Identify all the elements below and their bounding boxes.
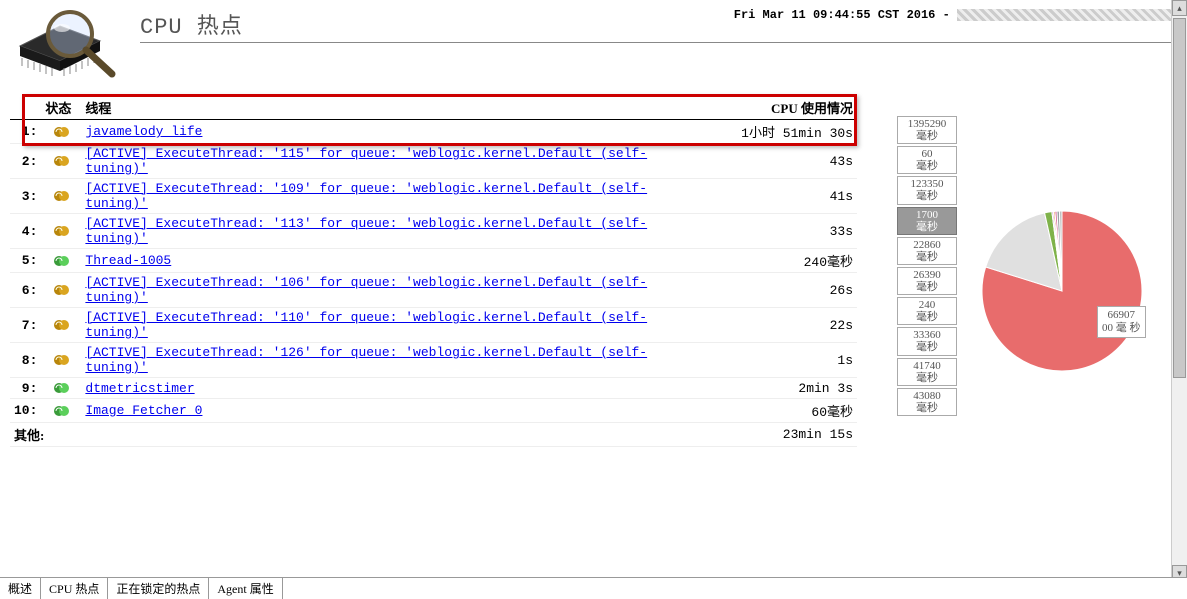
thread-link[interactable]: Image Fetcher 0	[85, 403, 202, 418]
col-thread[interactable]: 线程	[81, 96, 707, 120]
table-row[interactable]: 7: [ACTIVE] ExecuteThread: '110' for queu…	[10, 308, 857, 343]
cpu-magnifier-icon	[10, 6, 120, 86]
legend-item[interactable]: 123350毫秒	[897, 176, 957, 204]
thread-status-icon	[41, 214, 81, 249]
table-row[interactable]: 4: [ACTIVE] ExecuteThread: '113' for queu…	[10, 214, 857, 249]
thread-link[interactable]: [ACTIVE] ExecuteThread: '109' for queue:…	[85, 181, 647, 211]
thread-link[interactable]: [ACTIVE] ExecuteThread: '115' for queue:…	[85, 146, 647, 176]
thread-status-icon	[41, 308, 81, 343]
tab-Agent 属性[interactable]: Agent 属性	[209, 578, 282, 599]
legend-item[interactable]: 60毫秒	[897, 146, 957, 174]
vertical-scrollbar[interactable]: ▴ ▾	[1171, 0, 1187, 581]
thread-name-cell: [ACTIVE] ExecuteThread: '113' for queue:…	[81, 214, 707, 249]
thread-link[interactable]: dtmetricstimer	[85, 381, 194, 396]
row-index: 8:	[10, 343, 41, 378]
pie-chart[interactable]	[977, 206, 1147, 380]
title-underline	[140, 42, 1177, 43]
cpu-usage: 1s	[707, 343, 857, 378]
thread-link[interactable]: [ACTIVE] ExecuteThread: '126' for queue:…	[85, 345, 647, 375]
table-row[interactable]: 1: javamelody life 1小时 51min 30s	[10, 120, 857, 144]
pie-chart-area: 1395290毫秒60毫秒123350毫秒 1700毫秒22860毫秒26390毫…	[897, 96, 1177, 447]
row-index: 5:	[10, 249, 41, 273]
thread-name-cell: dtmetricstimer	[81, 378, 707, 399]
table-row[interactable]: 9: dtmetricstimer 2min 3s	[10, 378, 857, 399]
thread-status-icon	[41, 144, 81, 179]
thread-name-cell: [ACTIVE] ExecuteThread: '109' for queue:…	[81, 179, 707, 214]
thread-name-cell: [ACTIVE] ExecuteThread: '106' for queue:…	[81, 273, 707, 308]
tab-概述[interactable]: 概述	[0, 578, 41, 599]
col-status[interactable]: 状态	[41, 96, 81, 120]
cpu-usage: 2min 3s	[707, 378, 857, 399]
others-row: 其他: 23min 15s	[10, 423, 857, 447]
thread-table: 状态 线程 CPU 使用情况 1: javamelody life 1小时 51mi…	[10, 96, 857, 447]
redacted-host	[957, 9, 1177, 21]
thread-link[interactable]: [ACTIVE] ExecuteThread: '106' for queue:…	[85, 275, 647, 305]
timestamp-text: Fri Mar 11 09:44:55 CST 2016 -	[734, 8, 957, 22]
others-label: 其他:	[10, 423, 81, 447]
thread-name-cell: [ACTIVE] ExecuteThread: '115' for queue:…	[81, 144, 707, 179]
legend-item[interactable]: 43080毫秒	[897, 388, 957, 416]
thread-status-icon	[41, 378, 81, 399]
header: CPU 热点 Fri Mar 11 09:44:55 CST 2016 -	[0, 0, 1187, 86]
col-cpu[interactable]: CPU 使用情况	[707, 96, 857, 120]
table-row[interactable]: 3: [ACTIVE] ExecuteThread: '109' for queu…	[10, 179, 857, 214]
scroll-thumb[interactable]	[1173, 18, 1186, 378]
table-row[interactable]: 2: [ACTIVE] ExecuteThread: '115' for queu…	[10, 144, 857, 179]
table-row[interactable]: 5: Thread-1005 240毫秒	[10, 249, 857, 273]
tab-正在锁定的热点[interactable]: 正在锁定的热点	[108, 578, 209, 599]
row-index: 10:	[10, 399, 41, 423]
row-index: 9:	[10, 378, 41, 399]
row-index: 2:	[10, 144, 41, 179]
legend-item[interactable]: 1700毫秒	[897, 207, 957, 235]
legend-item[interactable]: 240毫秒	[897, 297, 957, 325]
pie-callout: 6690700 毫 秒	[1097, 306, 1146, 338]
thread-name-cell: [ACTIVE] ExecuteThread: '126' for queue:…	[81, 343, 707, 378]
cpu-usage: 43s	[707, 144, 857, 179]
timestamp: Fri Mar 11 09:44:55 CST 2016 -	[734, 8, 1177, 22]
cpu-usage: 240毫秒	[707, 249, 857, 273]
pie-legend: 1395290毫秒60毫秒123350毫秒 1700毫秒22860毫秒26390毫…	[897, 116, 957, 418]
legend-item[interactable]: 41740毫秒	[897, 358, 957, 386]
scroll-up-button[interactable]: ▴	[1172, 0, 1187, 16]
table-row[interactable]: 10: Image Fetcher 0 60毫秒	[10, 399, 857, 423]
thread-status-icon	[41, 399, 81, 423]
table-header-row: 状态 线程 CPU 使用情况	[10, 96, 857, 120]
thread-link[interactable]: javamelody life	[85, 124, 202, 139]
cpu-usage: 1小时 51min 30s	[707, 120, 857, 144]
cpu-usage: 41s	[707, 179, 857, 214]
thread-link[interactable]: [ACTIVE] ExecuteThread: '110' for queue:…	[85, 310, 647, 340]
thread-status-icon	[41, 343, 81, 378]
thread-link[interactable]: Thread-1005	[85, 253, 171, 268]
row-index: 3:	[10, 179, 41, 214]
thread-name-cell: javamelody life	[81, 120, 707, 144]
table-row[interactable]: 6: [ACTIVE] ExecuteThread: '106' for queu…	[10, 273, 857, 308]
tab-CPU 热点[interactable]: CPU 热点	[41, 578, 108, 599]
cpu-usage: 22s	[707, 308, 857, 343]
legend-item[interactable]: 26390毫秒	[897, 267, 957, 295]
row-index: 1:	[10, 120, 41, 144]
thread-link[interactable]: [ACTIVE] ExecuteThread: '113' for queue:…	[85, 216, 647, 246]
thread-name-cell: [ACTIVE] ExecuteThread: '110' for queue:…	[81, 308, 707, 343]
thread-name-cell: Image Fetcher 0	[81, 399, 707, 423]
thread-status-icon	[41, 273, 81, 308]
row-index: 6:	[10, 273, 41, 308]
thread-status-icon	[41, 120, 81, 144]
bottom-tabs: 概述CPU 热点正在锁定的热点Agent 属性	[0, 577, 1187, 599]
table-row[interactable]: 8: [ACTIVE] ExecuteThread: '126' for queu…	[10, 343, 857, 378]
cpu-usage: 26s	[707, 273, 857, 308]
legend-item[interactable]: 33360毫秒	[897, 327, 957, 355]
others-cpu: 23min 15s	[707, 423, 857, 447]
main-content: 状态 线程 CPU 使用情况 1: javamelody life 1小时 51mi…	[0, 96, 1187, 447]
cpu-usage: 33s	[707, 214, 857, 249]
thread-table-wrap: 状态 线程 CPU 使用情况 1: javamelody life 1小时 51mi…	[10, 96, 897, 447]
legend-item[interactable]: 22860毫秒	[897, 237, 957, 265]
thread-status-icon	[41, 249, 81, 273]
legend-item[interactable]: 1395290毫秒	[897, 116, 957, 144]
thread-name-cell: Thread-1005	[81, 249, 707, 273]
cpu-usage: 60毫秒	[707, 399, 857, 423]
thread-status-icon	[41, 179, 81, 214]
row-index: 7:	[10, 308, 41, 343]
row-index: 4:	[10, 214, 41, 249]
